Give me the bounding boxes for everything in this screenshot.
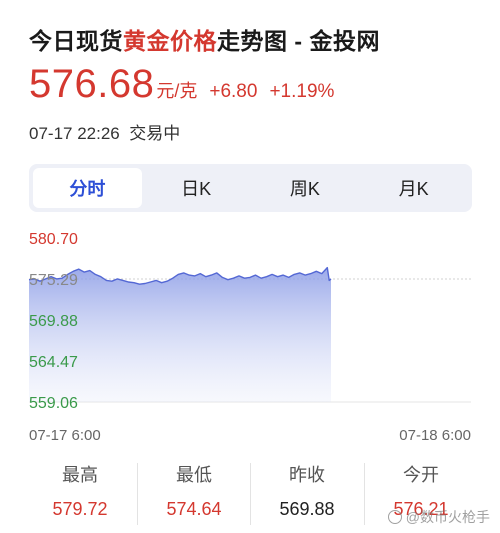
- title-highlight: 黄金价格: [123, 28, 217, 54]
- tab-weekly-k[interactable]: 周K: [251, 168, 360, 208]
- watermark-logo-icon: [387, 510, 402, 524]
- price-change: +6.80: [209, 81, 258, 102]
- y-tick-label: 569.88: [29, 313, 78, 330]
- stat-low-label: 最低: [176, 465, 212, 485]
- y-tick-label: 580.70: [29, 231, 78, 248]
- x-tick-label: 07-18 6:00: [399, 427, 471, 444]
- stat-high: 最高 579.72: [23, 455, 137, 520]
- title-prefix: 今日现货: [29, 28, 123, 54]
- page-title: 今日现货黄金价格走势图 - 金投网: [29, 22, 380, 56]
- y-tick-label: 559.06: [29, 395, 78, 412]
- stat-prev-close: 昨收 569.88: [250, 455, 364, 520]
- tab-monthly-k[interactable]: 月K: [359, 168, 468, 208]
- watermark-text: @数币火枪手: [405, 509, 490, 525]
- tab-daily-k[interactable]: 日K: [142, 168, 251, 208]
- current-price: 576.68: [29, 62, 155, 106]
- y-tick-label: 564.47: [29, 354, 78, 371]
- price-change-percent: +1.19%: [269, 81, 335, 102]
- stat-high-value: 579.72: [52, 499, 108, 519]
- title-suffix: 走势图 - 金投网: [217, 28, 380, 54]
- watermark: @数币火枪手: [387, 507, 490, 527]
- stat-high-label: 最高: [62, 465, 98, 485]
- tab-intraday[interactable]: 分时: [33, 168, 142, 208]
- price-row: 576.68 元/克 +6.80 +1.19%: [29, 62, 334, 110]
- status-time: 07-17 22:26: [29, 124, 120, 143]
- x-tick-label: 07-17 6:00: [29, 427, 101, 444]
- status-state: 交易中: [129, 124, 181, 143]
- trading-status: 07-17 22:26 交易中: [29, 119, 180, 144]
- y-tick-label: 575.29: [29, 272, 78, 289]
- stat-low: 最低 574.64: [137, 455, 251, 520]
- price-unit: 元/克: [156, 81, 198, 101]
- stat-prev-close-label: 昨收: [289, 465, 325, 485]
- stat-prev-close-value: 569.88: [279, 499, 335, 519]
- stat-open-label: 今开: [403, 465, 439, 485]
- intraday-price-chart[interactable]: 580.70 575.29 569.88 564.47 559.06 07-17 6:00…: [0, 222, 500, 452]
- stat-low-value: 574.64: [166, 499, 222, 519]
- chart-period-tabs: 分时 日K 周K 月K: [29, 164, 472, 212]
